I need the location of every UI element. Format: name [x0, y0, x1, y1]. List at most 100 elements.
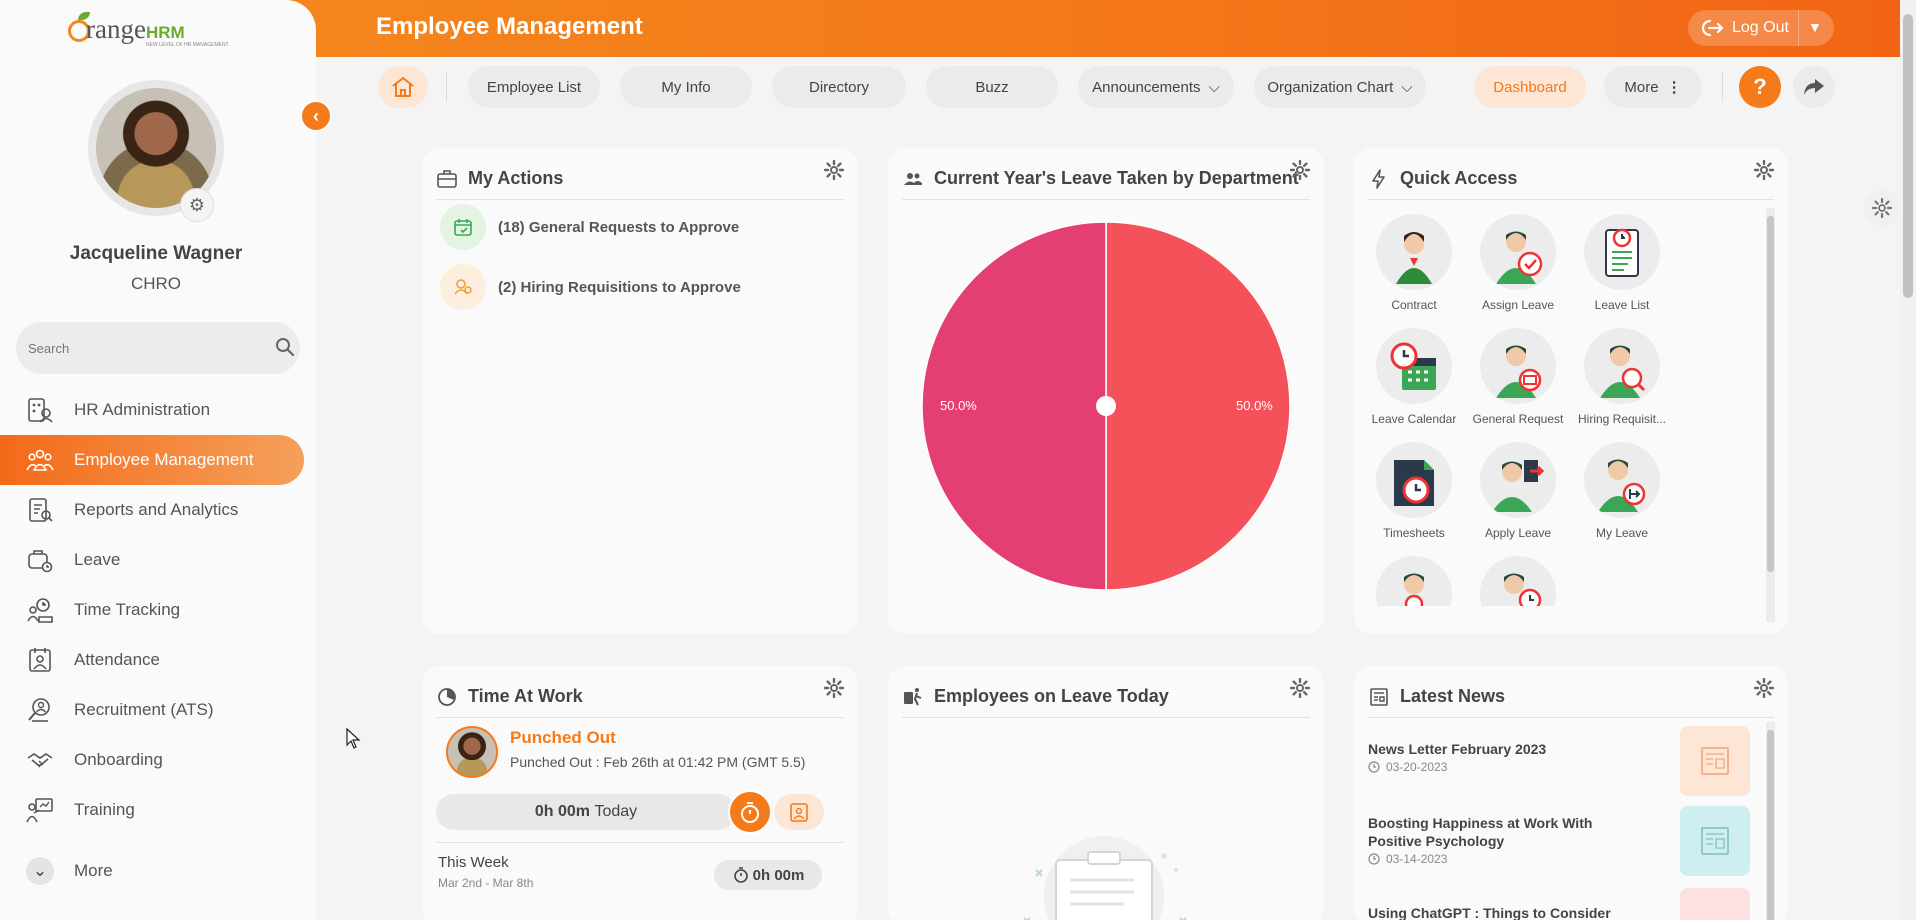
today-hours: 0h 00m: [534, 803, 590, 820]
leave-calendar-icon: [1376, 328, 1452, 404]
sidebar-item-reports-and-analytics[interactable]: Reports and Analytics: [0, 485, 304, 535]
sidebar-item-onboarding[interactable]: Onboarding: [0, 735, 304, 785]
tab-dashboard[interactable]: Dashboard: [1474, 66, 1586, 108]
sidebar-item-leave[interactable]: Leave: [0, 535, 304, 585]
share-button[interactable]: [1793, 66, 1835, 108]
gear-icon[interactable]: [824, 160, 844, 180]
tab-announcements[interactable]: Announcements ⌵: [1078, 66, 1234, 108]
training-icon: [26, 798, 53, 823]
sidebar-item-hr-administration[interactable]: HR Administration: [0, 385, 304, 435]
widget-header: Latest News: [1368, 676, 1774, 718]
tab-more[interactable]: More ⋮: [1604, 66, 1702, 108]
widget-title: Quick Access: [1400, 168, 1518, 188]
week-label: This Week: [438, 854, 509, 871]
newspaper-icon: [1370, 687, 1388, 706]
stopwatch-icon: [733, 867, 748, 883]
sidebar-item-recruitment[interactable]: Recruitment (ATS): [0, 685, 304, 735]
leave-icon: [28, 550, 53, 573]
punch-in-button[interactable]: [728, 790, 772, 834]
quick-access-leave-calendar[interactable]: Leave Calendar: [1354, 328, 1474, 426]
gear-icon[interactable]: [1754, 678, 1774, 698]
sidebar-more[interactable]: ⌄ More: [0, 846, 304, 896]
sidebar-item-time-tracking[interactable]: Time Tracking: [0, 585, 304, 635]
today-label: Today: [594, 803, 638, 820]
customize-gear-icon[interactable]: [1864, 190, 1900, 226]
logout-icon: [1701, 19, 1724, 37]
employees-on-leave-widget: Employees on Leave Today: [888, 666, 1324, 920]
widget-title: Employees on Leave Today: [934, 686, 1169, 706]
sidebar-more-label: More: [74, 861, 113, 880]
quick-access-timesheets[interactable]: Timesheets: [1354, 442, 1474, 540]
page-scrollbar[interactable]: [1900, 0, 1916, 920]
hiring-requisition-icon: [1584, 328, 1660, 404]
tab-buzz[interactable]: Buzz: [926, 66, 1058, 108]
collapse-sidebar-button[interactable]: ‹: [300, 100, 332, 132]
page-title: Employee Management: [376, 13, 643, 40]
news-thumbnail[interactable]: [1680, 726, 1750, 796]
tab-my-info[interactable]: My Info: [620, 66, 752, 108]
quick-access-scrollbar[interactable]: [1766, 208, 1775, 622]
timesheet-person-icon[interactable]: [1480, 556, 1556, 606]
today-hours-bar: 0h 00m Today: [436, 794, 736, 830]
quick-access-hiring-requisition[interactable]: Hiring Requisit...: [1562, 328, 1682, 426]
page-scrollbar-thumb[interactable]: [1903, 14, 1913, 298]
news-thumbnail[interactable]: [1680, 888, 1750, 920]
news-scrollbar[interactable]: [1766, 722, 1775, 920]
clock-icon: [1368, 761, 1380, 773]
home-button[interactable]: [378, 66, 428, 108]
employee-form-icon[interactable]: [1376, 556, 1452, 606]
widget-header: Time At Work: [436, 676, 844, 718]
sidebar-item-label: Onboarding: [74, 750, 163, 769]
quick-access-general-request[interactable]: General Request: [1458, 328, 1578, 426]
news-thumbnail[interactable]: [1680, 806, 1750, 876]
contract-icon: [1376, 214, 1452, 290]
tab-label: Organization Chart: [1267, 78, 1394, 96]
widget-header: Quick Access: [1368, 158, 1774, 200]
search-icon[interactable]: [274, 336, 296, 358]
sidebar-item-training[interactable]: Training: [0, 785, 304, 835]
caret-down-icon[interactable]: ▼: [1808, 19, 1822, 35]
quick-access-apply-leave[interactable]: Apply Leave: [1458, 442, 1578, 540]
clock-icon: [1368, 853, 1380, 865]
gear-icon[interactable]: [1754, 160, 1774, 180]
action-item-hiring-requisitions[interactable]: (2) Hiring Requisitions to Approve: [440, 264, 741, 310]
action-label: (2) Hiring Requisitions to Approve: [498, 278, 741, 296]
logo-tagline: NEW LEVEL OF HR MANAGEMENT: [146, 42, 229, 48]
sidebar-item-attendance[interactable]: Attendance: [0, 635, 304, 685]
gear-icon[interactable]: [1290, 160, 1310, 180]
scrollbar-thumb[interactable]: [1767, 730, 1774, 920]
reports-icon: [29, 498, 53, 522]
quick-access-my-leave[interactable]: My Leave: [1562, 442, 1682, 540]
scrollbar-thumb[interactable]: [1767, 216, 1774, 572]
quick-access-assign-leave[interactable]: Assign Leave: [1458, 214, 1578, 312]
profile-settings-gear-icon[interactable]: ⚙: [180, 188, 214, 222]
quick-access-row-partial: [1354, 556, 1754, 606]
leave-pie-chart[interactable]: [922, 222, 1290, 590]
help-icon[interactable]: ?: [1739, 66, 1781, 108]
attendance-record-button[interactable]: [774, 794, 824, 830]
week-hours: 0h 00m: [752, 866, 805, 884]
attendance-icon: [29, 648, 51, 672]
gear-icon[interactable]: [824, 678, 844, 698]
action-item-general-requests[interactable]: (18) General Requests to Approve: [440, 204, 739, 250]
sidebar-item-employee-management[interactable]: Employee Management: [0, 435, 304, 485]
sidebar-item-label: HR Administration: [74, 400, 211, 419]
quick-access-leave-list[interactable]: Leave List: [1562, 214, 1682, 312]
news-title: News Letter February 2023: [1368, 741, 1547, 757]
search-input[interactable]: [28, 336, 248, 360]
quick-access-contract[interactable]: Contract: [1354, 214, 1474, 312]
tab-directory[interactable]: Directory: [772, 66, 906, 108]
sidebar-item-label: Reports and Analytics: [74, 500, 239, 519]
lightning-icon: [1372, 168, 1385, 189]
logout-label: Log Out: [1732, 19, 1789, 36]
widget-header: Current Year's Leave Taken by Department: [902, 158, 1310, 200]
orangehrm-logo[interactable]: rangeHRM NEW LEVEL OF HR MANAGEMENT: [68, 10, 248, 50]
tab-organization-chart[interactable]: Organization Chart ⌵: [1254, 66, 1426, 108]
calendar-check-icon: [440, 204, 486, 250]
gear-icon[interactable]: [1290, 678, 1310, 698]
quick-access-label: Assign Leave: [1481, 298, 1555, 312]
tab-employee-list[interactable]: Employee List: [468, 66, 600, 108]
logout-button[interactable]: Log Out ▼: [1688, 10, 1834, 46]
widget-title: Current Year's Leave Taken by Department: [934, 168, 1299, 188]
punch-detail: Punched Out : Feb 26th at 01:42 PM (GMT …: [510, 754, 806, 770]
